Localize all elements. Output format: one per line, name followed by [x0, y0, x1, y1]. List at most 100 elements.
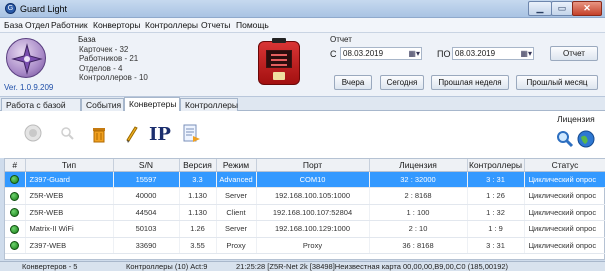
- departments-count: Отделов - 4: [79, 63, 123, 73]
- cell-controllers: 1 : 32: [467, 204, 525, 221]
- status-indicator-icon: [5, 187, 26, 205]
- document-export-icon[interactable]: [180, 122, 202, 144]
- menu-help[interactable]: Помощь: [236, 20, 269, 30]
- cell-port: 192.168.100.129:1000: [256, 220, 370, 238]
- column-header[interactable]: #: [5, 159, 26, 172]
- cell-mode: Client: [216, 204, 257, 221]
- window-title: Guard Light: [20, 4, 68, 14]
- menu-bar: База Отдел Работник Конверторы Контролле…: [0, 18, 605, 33]
- tab-events[interactable]: События: [81, 98, 124, 111]
- column-header[interactable]: S/N: [113, 159, 180, 172]
- guard-light-logo: [6, 38, 46, 78]
- cell-mode: Proxy: [216, 237, 257, 254]
- from-label: С: [330, 49, 337, 59]
- calendar-dropdown-icon[interactable]: ▦▾: [520, 49, 532, 58]
- cell-status: Циклический опрос: [524, 220, 605, 238]
- table-row[interactable]: Z5R-WEB 40000 1.130 Server 192.168.100.1…: [5, 187, 605, 205]
- cell-license: 32 : 32000: [369, 171, 468, 188]
- report-button[interactable]: Отчет: [550, 46, 598, 61]
- ip-settings-icon[interactable]: IP: [148, 122, 172, 145]
- svg-text:IP: IP: [149, 124, 171, 144]
- maximize-button[interactable]: ▭: [551, 1, 573, 16]
- stats-heading: База: [78, 35, 96, 44]
- converters-toolbar: IP Лицензия: [0, 111, 605, 158]
- cell-controllers: 1 : 9: [467, 220, 525, 238]
- last-month-button[interactable]: Прошлый месяц: [516, 75, 598, 90]
- cell-license: 2 : 8168: [369, 187, 468, 205]
- cards-count: Карточек - 32: [79, 44, 129, 54]
- to-date-field[interactable]: 08.03.2019 ▦▾: [452, 47, 534, 60]
- cell-mode: Advanced: [216, 171, 257, 188]
- cell-license: 36 : 8168: [369, 237, 468, 254]
- report-period-panel: Отчет С 08.03.2019 ▦▾ ПО 08.03.2019 ▦▾ О…: [328, 35, 600, 95]
- calendar-dropdown-icon[interactable]: ▦▾: [408, 49, 420, 58]
- column-header[interactable]: Режим: [216, 159, 257, 172]
- from-date-field[interactable]: 08.03.2019 ▦▾: [340, 47, 422, 60]
- column-header[interactable]: Лицензия: [369, 159, 468, 172]
- table-row[interactable]: Z5R-WEB 44504 1.130 Client 192.168.100.1…: [5, 204, 605, 221]
- controllers-count: Контроллеров - 10: [79, 73, 148, 82]
- converters-table: # Тип S/N Версия Режим Порт Лицензия Кон…: [4, 158, 605, 260]
- status-indicator-icon: [5, 220, 26, 238]
- license-label: Лицензия: [557, 114, 595, 124]
- menu-worker[interactable]: Работник: [51, 20, 88, 30]
- cell-type: Z5R-WEB: [25, 187, 114, 205]
- column-header[interactable]: Статус: [524, 159, 605, 172]
- cell-sn: 33690: [113, 237, 180, 254]
- tab-converters[interactable]: Конвертеры: [124, 97, 180, 112]
- edit-pencil-icon[interactable]: [120, 122, 142, 144]
- license-search-icon[interactable]: [555, 129, 575, 151]
- column-header[interactable]: Тип: [25, 159, 114, 172]
- version-label[interactable]: Ver. 1.0.9.209: [4, 83, 53, 92]
- top-panel: Ver. 1.0.9.209 База Карточек - 32 Работн…: [0, 33, 605, 97]
- column-header[interactable]: Порт: [256, 159, 370, 172]
- cell-status: Циклический опрос: [524, 171, 605, 188]
- column-header[interactable]: Контроллеры: [467, 159, 525, 172]
- workers-count: Работников - 21: [79, 54, 139, 63]
- search-disabled-icon[interactable]: [56, 122, 78, 144]
- add-converter-icon[interactable]: [22, 122, 44, 144]
- cell-version: 1.130: [179, 187, 217, 205]
- database-stats: База Карточек - 32 Работников - 21 Отдел…: [78, 35, 148, 83]
- yesterday-button[interactable]: Вчера: [334, 75, 372, 90]
- last-week-button[interactable]: Прошлая неделя: [431, 75, 509, 90]
- menu-converters[interactable]: Конверторы: [93, 20, 140, 30]
- controllers-status: Контроллеры (10) Act:9: [126, 262, 208, 271]
- table-row[interactable]: Z397-WEB 33690 3.55 Proxy Proxy 36 : 816…: [5, 237, 605, 254]
- converters-count: Конвертеров - 5: [22, 262, 78, 271]
- menu-reports[interactable]: Отчеты: [201, 20, 230, 30]
- cell-license: 1 : 100: [369, 204, 468, 221]
- tab-database[interactable]: Работа с базой: [1, 98, 81, 111]
- close-button[interactable]: ✕: [572, 1, 602, 16]
- cell-port: Proxy: [256, 237, 370, 254]
- title-bar: G Guard Light ▁ ▭ ✕: [0, 0, 605, 18]
- cell-type: Matrix-II WiFi: [25, 220, 114, 238]
- menu-department[interactable]: Отдел: [25, 20, 50, 30]
- menu-controllers[interactable]: Контроллеры: [145, 20, 198, 30]
- from-date-value: 08.03.2019: [343, 49, 384, 58]
- minimize-button[interactable]: ▁: [528, 1, 552, 16]
- cell-mode: Server: [216, 220, 257, 238]
- cell-type: Z5R-WEB: [25, 204, 114, 221]
- cell-controllers: 1 : 26: [467, 187, 525, 205]
- main-tabs: Работа с базой События Конвертеры Контро…: [0, 97, 605, 112]
- cell-controllers: 3 : 31: [467, 171, 525, 188]
- tab-controllers[interactable]: Контроллеры: [180, 98, 238, 111]
- to-label: ПО: [437, 49, 451, 59]
- cell-port: 192.168.100.107:52804: [256, 204, 370, 221]
- today-button[interactable]: Сегодня: [380, 75, 424, 90]
- table-row[interactable]: Z397-Guard 15597 3.3 Advanced COM10 32 :…: [5, 171, 605, 188]
- cell-version: 1.130: [179, 204, 217, 221]
- cell-status: Циклический опрос: [524, 187, 605, 205]
- delete-trash-icon[interactable]: [88, 122, 110, 144]
- cell-port: COM10: [256, 171, 370, 188]
- license-globe-icon[interactable]: [576, 129, 596, 151]
- cell-sn: 44504: [113, 204, 180, 221]
- cell-version: 3.55: [179, 237, 217, 254]
- app-icon: G: [5, 3, 16, 14]
- column-header[interactable]: Версия: [179, 159, 217, 172]
- menu-database[interactable]: База: [4, 20, 23, 30]
- table-row[interactable]: Matrix-II WiFi 50103 1.26 Server 192.168…: [5, 220, 605, 238]
- to-date-value: 08.03.2019: [455, 49, 496, 58]
- cell-sn: 40000: [113, 187, 180, 205]
